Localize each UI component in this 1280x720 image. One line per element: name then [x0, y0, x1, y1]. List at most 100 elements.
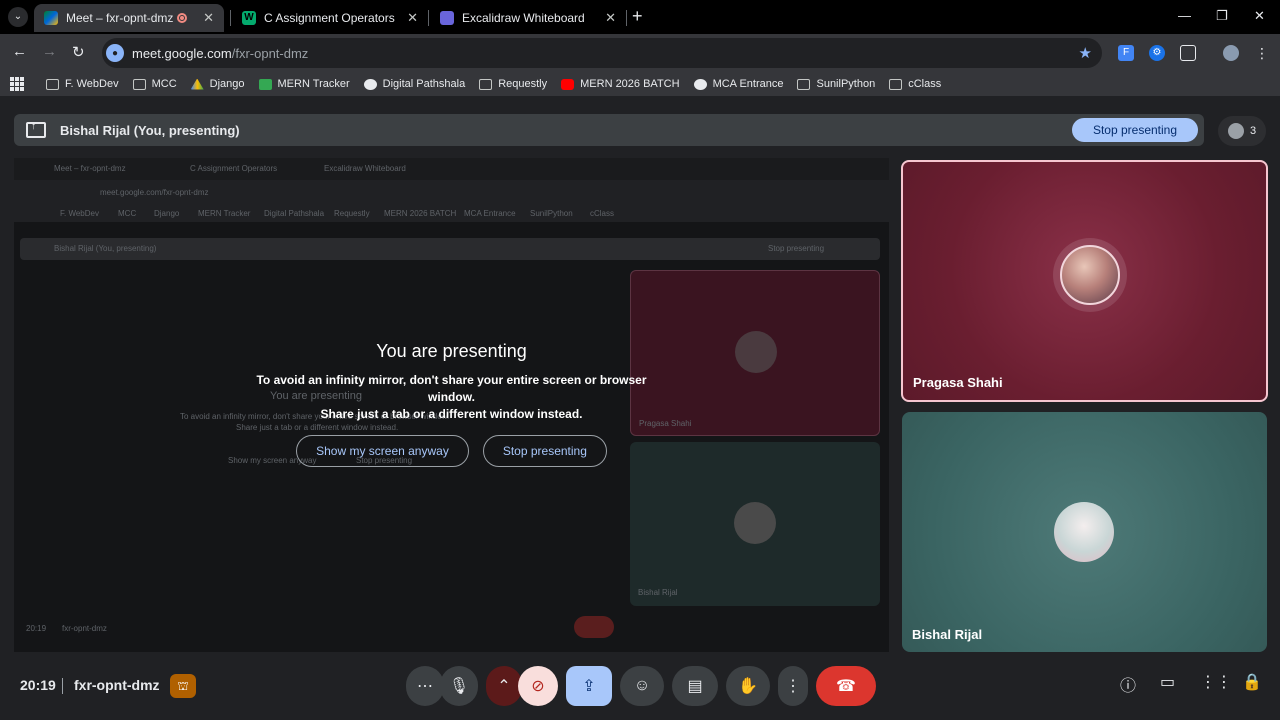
bookmark-star-icon[interactable]: ★ — [1079, 44, 1092, 62]
tab-excalidraw[interactable]: Excalidraw Whiteboard ✕ — [430, 4, 626, 32]
avatar — [1060, 245, 1120, 305]
browser-toolbar: ← → ↻ ● meet.google.com /fxr-opnt-dmz ★ … — [0, 34, 1280, 72]
tab-separator — [626, 10, 627, 26]
bookmark-cclass[interactable]: cClass — [889, 78, 941, 90]
bookmark-mca-entrance[interactable]: MCA Entrance — [693, 78, 784, 90]
bookmark-label: MERN Tracker — [277, 78, 350, 90]
participants-avatar-icon — [1227, 123, 1244, 139]
captions-icon[interactable]: ▤ — [672, 666, 718, 706]
participant-name: Pragasa Shahi — [913, 375, 1003, 390]
bookmark-label: Django — [209, 78, 245, 90]
raise-hand-icon[interactable]: ✋ — [726, 666, 770, 706]
presenting-warning-overlay: You are presenting To avoid an infinity … — [14, 158, 889, 652]
bookmark-label: cClass — [908, 78, 942, 90]
bookmark-label: F. WebDev — [65, 78, 119, 90]
folder-icon — [132, 78, 146, 90]
overlay-message: To avoid an infinity mirror, don't share… — [232, 372, 672, 423]
tab-separator — [230, 10, 231, 26]
bookmark-sunilpython[interactable]: SunilPython — [797, 78, 875, 90]
emoji-icon[interactable]: ☺ — [620, 666, 664, 706]
folder-icon — [46, 78, 59, 90]
stop-presenting-button[interactable]: Stop presenting — [1072, 118, 1198, 142]
host-controls-icon[interactable]: 🔒 — [1242, 672, 1262, 692]
bookmark-f-webdev[interactable]: F. WebDev — [46, 78, 119, 90]
overlay-title: You are presenting — [376, 341, 527, 361]
extensions-puzzle-icon[interactable] — [1180, 45, 1196, 61]
meet-controls-bar: 20:19 fxr-opnt-dmz ⛫ ⋯ 🎙 ⌃ ⊘ ⇪ ☺ ▤ ✋ ⋮ ☎… — [0, 656, 1280, 720]
camera-off-icon[interactable]: ⊘ — [518, 666, 558, 706]
presented-screen: Meet – fxr-opnt-dmz C Assignment Operato… — [14, 158, 889, 652]
meet-page: Bishal Rijal (You, presenting) Stop pres… — [0, 96, 1280, 720]
back-icon[interactable]: ← — [12, 43, 27, 60]
bookmark-label: SunilPython — [816, 78, 876, 90]
address-bar[interactable]: ● meet.google.com /fxr-opnt-dmz ★ — [102, 38, 1102, 68]
site-info-icon[interactable]: ● — [106, 44, 124, 62]
tab-meet[interactable]: Meet – fxr-opnt-dmz ✕ — [34, 4, 224, 32]
browser-tab-strip: ⌄ Meet – fxr-opnt-dmz ✕ W C Assignment O… — [0, 0, 1280, 34]
recording-icon — [177, 13, 188, 23]
restore-icon[interactable]: ❐ — [1216, 8, 1228, 24]
tab-c-assignment[interactable]: W C Assignment Operators ✕ — [232, 4, 428, 32]
extension-icon[interactable]: F — [1118, 45, 1134, 61]
bookmark-digital-pathshala[interactable]: Digital Pathshala — [363, 78, 466, 90]
tab-search-button[interactable]: ⌄ — [8, 7, 28, 27]
bookmark-label: Digital Pathshala — [382, 78, 466, 90]
end-call-icon[interactable]: ☎ — [816, 666, 876, 706]
reload-icon[interactable]: ↻ — [72, 43, 85, 61]
overlay-stop-presenting-button[interactable]: Stop presenting — [482, 435, 607, 467]
more-vert-icon[interactable]: ⋮ — [1254, 45, 1270, 61]
show-screen-anyway-button[interactable]: Show my screen anyway — [296, 435, 469, 467]
overlay-buttons: Show my screen anyway Stop presenting — [296, 435, 607, 467]
presenting-banner: Bishal Rijal (You, presenting) Stop pres… — [14, 114, 1204, 146]
participant-tile-pragasa[interactable]: Pragasa Shahi — [901, 160, 1268, 402]
youtube-icon — [561, 78, 575, 90]
excalidraw-icon — [440, 11, 454, 25]
drive-icon — [190, 78, 204, 90]
avatar — [1054, 502, 1114, 562]
participants-button[interactable]: 3 — [1218, 116, 1266, 146]
profile-avatar-icon[interactable] — [1223, 45, 1239, 61]
sheets-icon — [258, 78, 272, 90]
w3schools-icon: W — [242, 11, 256, 25]
requestly-icon — [479, 78, 493, 90]
bookmark-django[interactable]: Django — [190, 78, 245, 90]
globe-icon — [693, 78, 707, 90]
participant-count: 3 — [1249, 125, 1257, 137]
new-tab-icon[interactable]: + — [632, 7, 643, 25]
bookmarks-bar: F. WebDev MCC Django MERN Tracker Digita… — [0, 72, 1280, 96]
present-screen-icon[interactable]: ⇪ — [566, 666, 612, 706]
participant-tile-bishal[interactable]: Bishal Rijal — [902, 412, 1267, 652]
bookmark-label: MCA Entrance — [712, 78, 784, 90]
bookmark-mern-tracker[interactable]: MERN Tracker — [258, 78, 350, 90]
divider — [62, 678, 63, 694]
info-icon[interactable]: ⓘ — [1120, 672, 1136, 696]
presenting-banner-text: Bishal Rijal (You, presenting) — [60, 122, 240, 138]
forward-icon[interactable]: → — [42, 43, 57, 60]
activities-icon[interactable]: ⋮⋮ — [1200, 672, 1232, 692]
overlay-message-line: To avoid an infinity mirror, don't share… — [256, 373, 647, 404]
extension-icon[interactable]: ⚙ — [1149, 45, 1165, 61]
chat-icon[interactable]: ▭ — [1160, 672, 1175, 692]
apps-grid-icon[interactable] — [10, 77, 24, 91]
bookmark-mcc[interactable]: MCC — [132, 78, 177, 90]
close-tab-icon[interactable]: ✕ — [203, 10, 214, 26]
present-screen-icon — [26, 121, 46, 138]
close-tab-icon[interactable]: ✕ — [407, 10, 418, 26]
tab-title: Excalidraw Whiteboard — [462, 11, 585, 25]
close-tab-icon[interactable]: ✕ — [605, 10, 616, 26]
more-vert-icon[interactable]: ⋮ — [778, 666, 808, 706]
more-options-icon[interactable]: ⋯ — [406, 666, 444, 706]
bookmark-requestly[interactable]: Requestly — [479, 78, 547, 90]
microphone-icon[interactable]: 🎙 — [440, 666, 478, 706]
folder-icon — [889, 78, 903, 90]
minimize-icon[interactable]: — — [1178, 8, 1191, 23]
url-path: /fxr-opnt-dmz — [231, 45, 309, 61]
meeting-time: 20:19 — [20, 677, 56, 693]
tab-separator — [428, 10, 429, 26]
participant-name: Bishal Rijal — [912, 627, 983, 642]
close-window-icon[interactable]: ✕ — [1254, 8, 1265, 24]
host-badge-icon[interactable]: ⛫ — [170, 674, 196, 698]
bookmark-label: MERN 2026 BATCH — [580, 78, 680, 90]
chevron-up-icon[interactable]: ⌃ — [486, 666, 522, 706]
bookmark-mern-2026-batch[interactable]: MERN 2026 BATCH — [561, 78, 680, 90]
